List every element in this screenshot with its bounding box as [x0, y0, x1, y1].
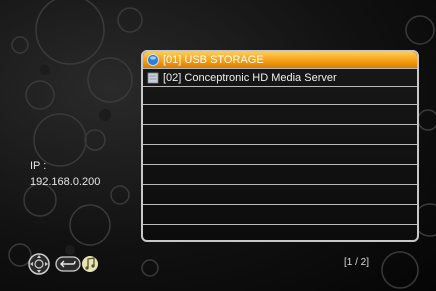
media-player-screen: IP : 192.168.0.200 [01] USB STORAGE [02]…	[0, 0, 436, 291]
back-button-icon	[55, 256, 81, 272]
list-item-empty	[143, 148, 417, 165]
media-server-icon	[147, 72, 159, 84]
list-item-empty	[143, 188, 417, 205]
dpad-icon	[28, 253, 50, 275]
list-item-empty	[143, 108, 417, 125]
list-item-empty	[143, 88, 417, 105]
list-item-media-server[interactable]: [02] Conceptronic HD Media Server	[143, 70, 417, 87]
source-list: [01] USB STORAGE [02] Conceptronic HD Me…	[141, 50, 419, 242]
list-item-empty	[143, 208, 417, 225]
list-item-empty	[143, 168, 417, 185]
usb-storage-icon	[147, 54, 159, 66]
list-item-empty	[143, 128, 417, 145]
list-item-usb-storage[interactable]: [01] USB STORAGE	[143, 52, 417, 69]
ip-address: 192.168.0.200	[30, 176, 101, 188]
ip-label: IP :	[30, 160, 47, 172]
list-item-label: [01] USB STORAGE	[163, 54, 264, 66]
music-note-icon	[82, 256, 98, 272]
remote-hints	[28, 253, 98, 275]
list-item-label: [02] Conceptronic HD Media Server	[163, 72, 337, 84]
page-indicator: [1 / 2]	[344, 257, 370, 268]
